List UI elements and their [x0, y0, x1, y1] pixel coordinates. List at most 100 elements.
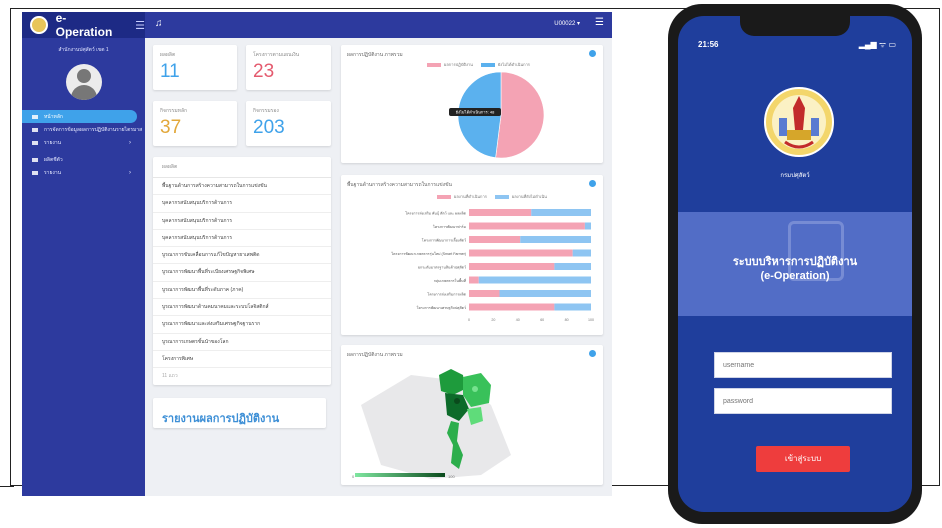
- bar-segment[interactable]: [469, 303, 555, 311]
- stat-value: 203: [253, 117, 285, 138]
- dld-logo-icon: [30, 16, 48, 34]
- project-list-card: ผลผลิต พื้นฐานด้านการสร้างความสามารถในกา…: [153, 157, 331, 385]
- stat-card-main-activities[interactable]: กิจกรรมหลัก 37: [153, 101, 237, 146]
- map-panel: ผลการปฏิบัติงาน ภาพรวม 0 100: [341, 345, 603, 485]
- list-item[interactable]: โครงการพิเศษ: [153, 351, 331, 369]
- scale-min-label: 0: [352, 474, 355, 479]
- bar-segment[interactable]: [469, 276, 479, 284]
- top-bar: ♫ U00022 ▾ ☰: [145, 12, 612, 38]
- tooltip-text: ยังไม่ได้ดำเนินการ: 48: [456, 110, 495, 115]
- category-label: โครงการพัฒนาการเลี้ยงสัตว์: [422, 238, 466, 243]
- province-marker[interactable]: [454, 398, 460, 404]
- x-tick-label: 100: [588, 318, 594, 322]
- bar-segment[interactable]: [469, 290, 500, 297]
- figure-divider: [0, 486, 14, 487]
- username-label: U00022: [554, 21, 576, 27]
- report-link-card[interactable]: รายงานผลการปฏิบัติงาน: [153, 398, 326, 428]
- province-marker[interactable]: [472, 386, 478, 392]
- system-title: ระบบบริหารการปฏิบัติงาน (e-Operation): [678, 255, 912, 283]
- stat-value: 37: [160, 117, 182, 138]
- list-item[interactable]: บูรณาการขับเคลื่อนการแก้ไขปัญหายาเสพติด: [153, 247, 331, 265]
- list-header: ผลผลิต: [153, 157, 331, 178]
- report-title[interactable]: รายงานผลการปฏิบัติงาน: [162, 409, 279, 427]
- category-label: โครงการพัฒนาเกษตรกรรุ่นใหม่ (Smart Farme…: [391, 251, 466, 257]
- list-item[interactable]: บูรณาการเกษตรชั้นนำของโลก: [153, 334, 331, 351]
- stat-label: กิจกรรมหลัก: [160, 108, 188, 114]
- bar-segment[interactable]: [469, 249, 573, 257]
- sidebar-item-label: ผลิตชีตัว: [44, 156, 63, 163]
- pie-tooltip: ยังไม่ได้ดำเนินการ: 48: [449, 108, 501, 116]
- stat-value: 11: [160, 61, 180, 82]
- org-name: สำนักงานปศุสัตว์ เขต 1: [58, 47, 109, 53]
- sidebar-item-label: การจัดการข้อมูลผลการปฏิบัติงานรายไตรมาส: [44, 126, 143, 133]
- phone-notch: [740, 16, 850, 36]
- bar-segment[interactable]: [520, 236, 591, 243]
- bar-segment[interactable]: [469, 236, 521, 243]
- list-item[interactable]: บูรณาการพัฒนาพื้นที่ระดับภาค (ภาค): [153, 282, 331, 300]
- category-label: โครงการพัฒนาเศรษฐกิจปศุสัตว์: [417, 305, 466, 311]
- bar-segment[interactable]: [554, 303, 591, 311]
- color-scale-bar: [355, 473, 445, 477]
- report-icon: [32, 140, 38, 145]
- mobile-login-screen: 21:56 ▂▄▆ ᯤ ▭ กรมปศุสัตว์ ระบบบริหารการป…: [678, 16, 912, 512]
- list-item[interactable]: บุคลากรสนับสนุนบริการด้านการ: [153, 195, 331, 213]
- bar-segment[interactable]: [478, 276, 591, 284]
- list-footer: 11 แถว: [162, 373, 178, 380]
- menu-icon[interactable]: ☰: [595, 17, 604, 28]
- signal-wifi-battery-icon: ▂▄▆ ᯤ ▭: [858, 40, 896, 49]
- category-label: โครงการส่งเสริม พันธุ์ สัตว์ และ ผลผลิต: [405, 211, 466, 217]
- username-field[interactable]: [714, 352, 892, 378]
- list-item[interactable]: บุคลากรสนับสนุนบริการด้านการ: [153, 213, 331, 230]
- sidebar-item-reports-2[interactable]: รายงาน ›: [22, 166, 145, 179]
- bar-segment[interactable]: [499, 290, 592, 297]
- list-item[interactable]: บูรณาการพัฒนาพื้นที่ระเบียงเศรษฐกิจพิเศษ: [153, 264, 331, 282]
- avatar-head: [76, 69, 91, 83]
- status-time: 21:56: [698, 40, 719, 49]
- list-item[interactable]: บูรณาการพัฒนาด้านคมนาคมและระบบโลจิสติกส์: [153, 299, 331, 317]
- bell-icon[interactable]: ♫: [155, 18, 163, 29]
- sidebar-item-label: รายงาน: [44, 139, 62, 146]
- scale-max-label: 100: [448, 474, 455, 479]
- report-icon: [32, 170, 38, 175]
- list-item[interactable]: บูรณาการพัฒนาและส่งเสริมเศรษฐกิจฐานราก: [153, 316, 331, 334]
- hamburger-icon[interactable]: ☰: [135, 19, 145, 32]
- stat-card-sub-activities[interactable]: กิจกรรมรอง 203: [246, 101, 331, 146]
- pie-slice[interactable]: [495, 71, 545, 159]
- bar-segment[interactable]: [469, 222, 585, 230]
- bar-segment[interactable]: [531, 209, 591, 216]
- avatar[interactable]: [65, 64, 102, 100]
- bar-segment[interactable]: [572, 249, 591, 257]
- sidebar-item-reports[interactable]: รายงาน ›: [22, 136, 145, 149]
- x-tick-label: 60: [540, 318, 544, 322]
- bar-segment[interactable]: [469, 263, 555, 270]
- stat-card-outputs[interactable]: ผลผลิต 11: [153, 45, 237, 90]
- app-title: e-Operation: [55, 12, 113, 39]
- bar-segment[interactable]: [584, 222, 591, 230]
- stat-value: 23: [253, 61, 275, 82]
- chevron-right-icon: ›: [129, 139, 131, 146]
- sidebar-header: e-Operation ☰: [22, 12, 145, 39]
- login-button[interactable]: เข้าสู่ระบบ: [756, 446, 850, 472]
- avatar-body: [70, 85, 97, 100]
- bar-segment[interactable]: [554, 263, 591, 270]
- sidebar: e-Operation ☰ สำนักงานปศุสัตว์ เขต 1 หน้…: [22, 12, 145, 496]
- stat-label: โครงการตามแผนเงิน: [253, 52, 300, 58]
- smartphone-mockup: 21:56 ▂▄▆ ᯤ ▭ กรมปศุสัตว์ ระบบบริหารการป…: [668, 4, 922, 524]
- chart-icon: [32, 157, 38, 162]
- department-name: กรมปศุสัตว์: [780, 173, 810, 179]
- sidebar-item-home[interactable]: หน้าหลัก: [22, 110, 137, 123]
- category-label: โครงการพัฒนาฟาร์ม: [433, 224, 467, 229]
- list-item[interactable]: บุคลากรสนับสนุนบริการด้านการ: [153, 230, 331, 248]
- pie-chart: ยังไม่ได้ดำเนินการ: 48: [449, 71, 545, 159]
- home-icon: [32, 114, 38, 119]
- category-label: ยกระดับมาตรฐานสินค้าปศุสัตว์: [418, 265, 466, 271]
- user-menu[interactable]: U00022 ▾: [554, 20, 580, 27]
- bar-segment[interactable]: [469, 209, 532, 216]
- stat-card-projects[interactable]: โครงการตามแผนเงิน 23: [246, 45, 331, 90]
- dld-emblem-icon: [764, 87, 834, 157]
- thailand-map: 0 100: [352, 369, 511, 479]
- sidebar-item-quarterly-data[interactable]: การจัดการข้อมูลผลการปฏิบัติงานรายไตรมาส: [22, 123, 145, 136]
- sidebar-item-indicators[interactable]: ผลิตชีตัว: [22, 153, 145, 166]
- list-item[interactable]: พื้นฐานด้านการสร้างความสามารถในการแข่งขั…: [153, 178, 331, 196]
- password-field[interactable]: [714, 388, 892, 414]
